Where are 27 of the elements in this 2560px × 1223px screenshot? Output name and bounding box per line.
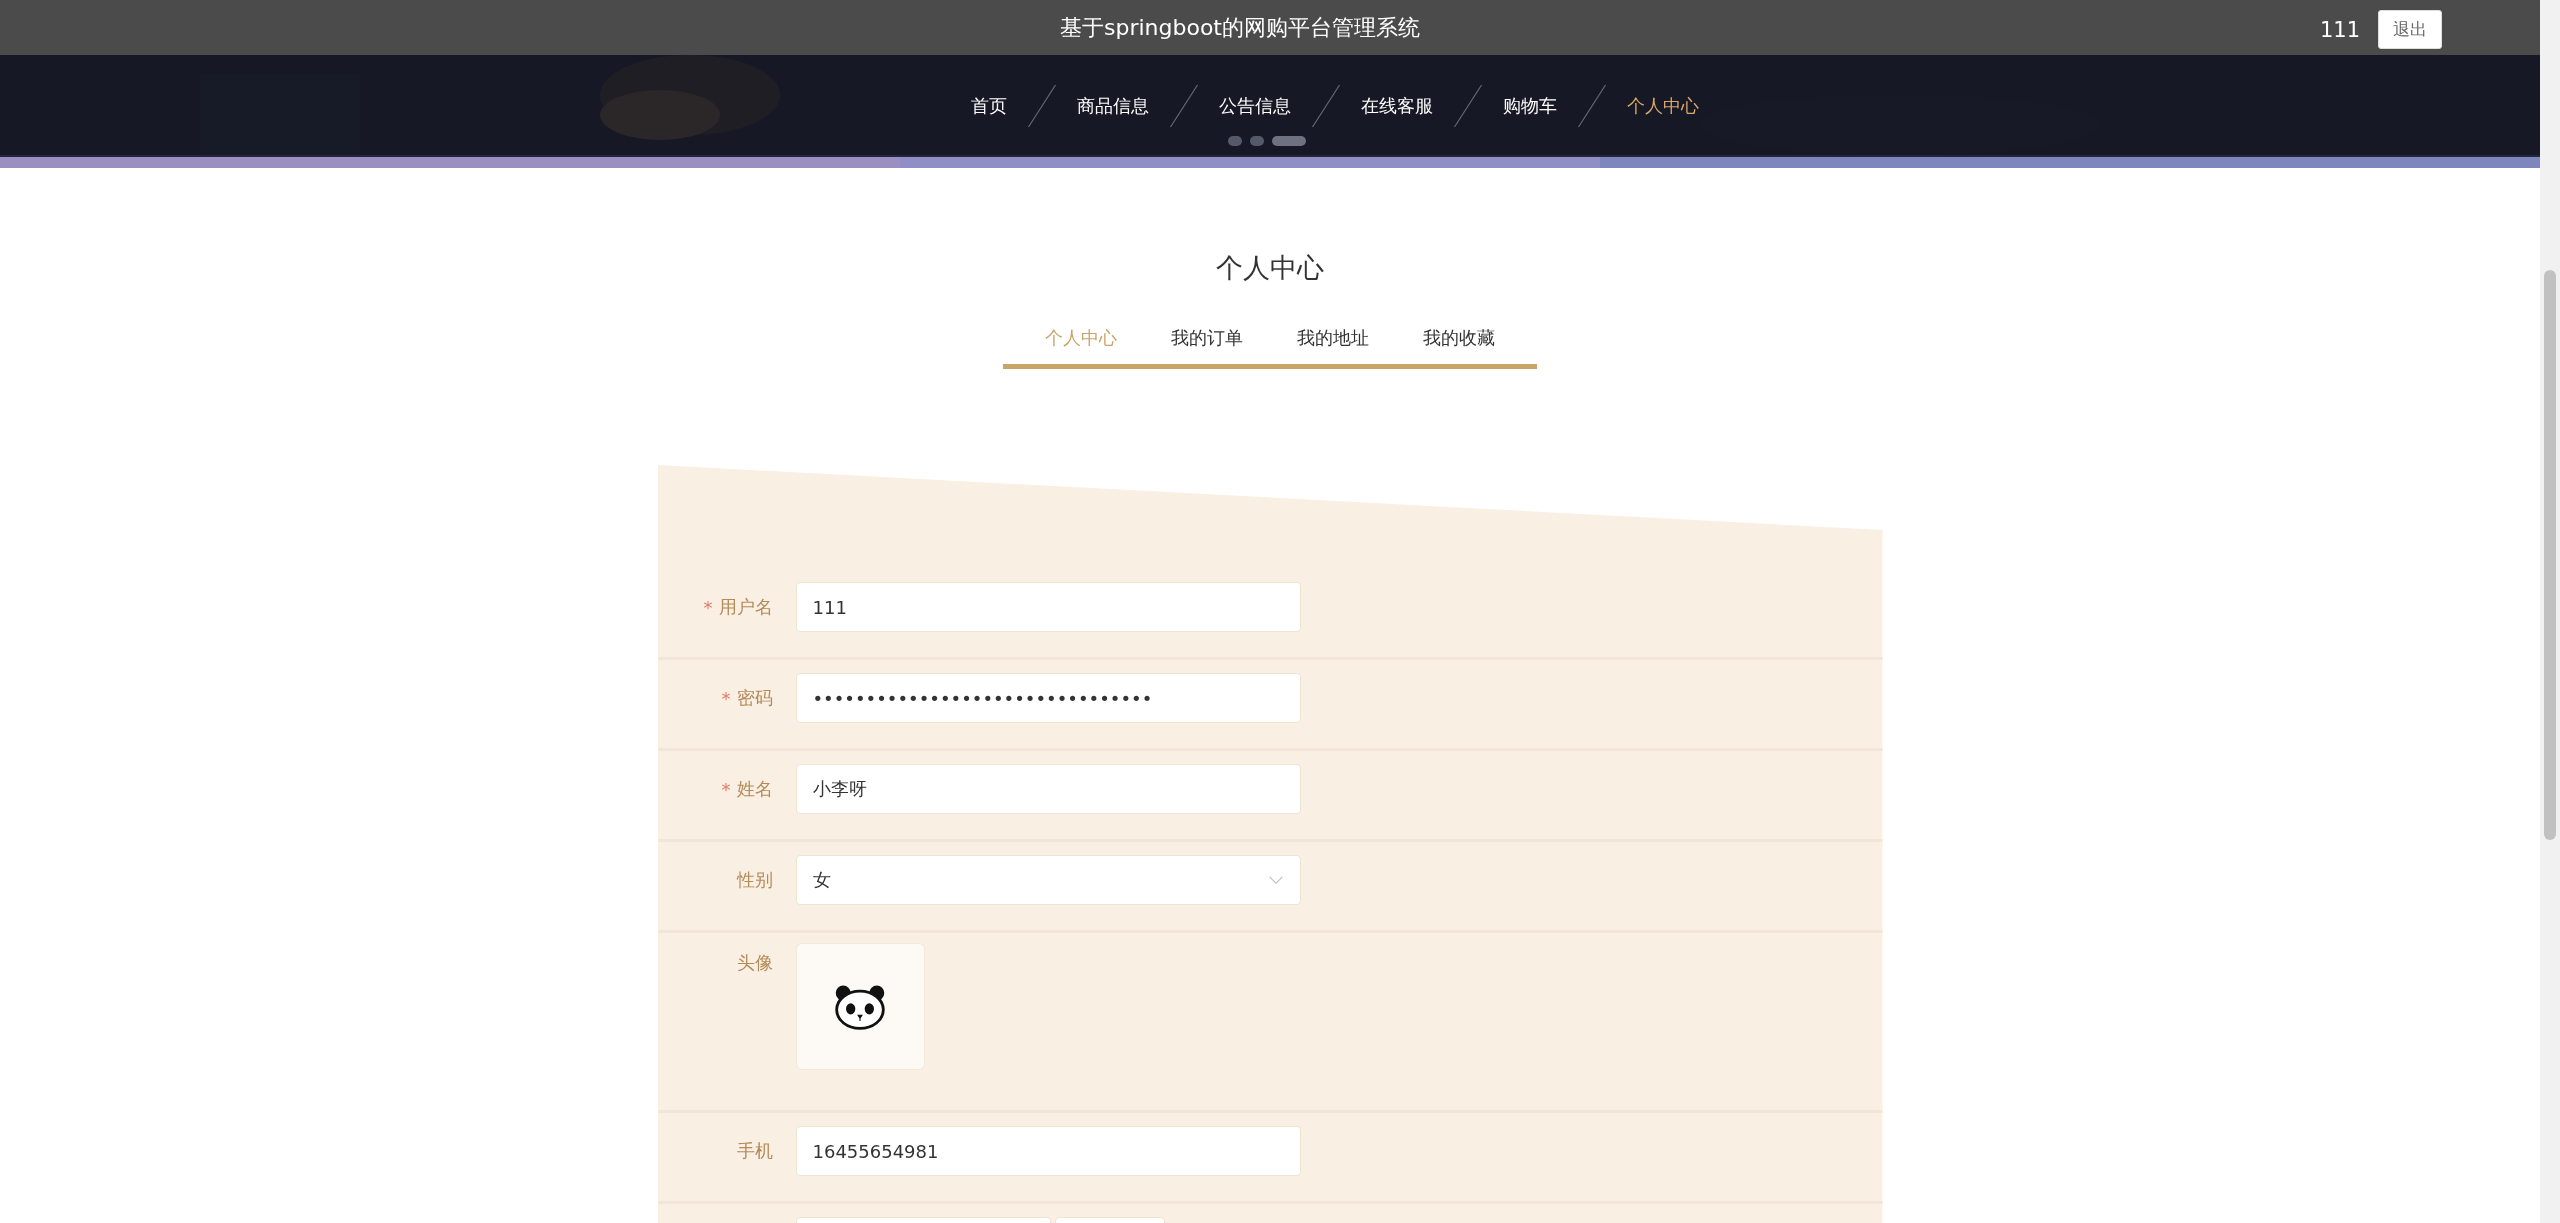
nav-link[interactable]: 商品信息	[1077, 94, 1149, 118]
required-mark: *	[721, 778, 731, 800]
field-label: 密码	[736, 686, 773, 710]
field-label: 姓名	[736, 777, 773, 801]
nav-link[interactable]: 在线客服	[1361, 94, 1433, 118]
field-label: 性别	[736, 868, 773, 892]
input-field[interactable]: 小李呀	[795, 764, 1301, 814]
username: 111	[2319, 17, 2360, 42]
nav-link[interactable]: 首页	[971, 94, 1007, 118]
field-label: 头像	[736, 951, 773, 975]
select-field[interactable]: 女	[795, 855, 1301, 905]
tab[interactable]: 我的收藏	[1396, 314, 1522, 364]
required-mark: *	[721, 687, 731, 709]
nav-link[interactable]: 公告信息	[1219, 94, 1291, 118]
tab[interactable]: 我的地址	[1270, 314, 1396, 364]
logout-button[interactable]: 退出	[2378, 10, 2442, 49]
site-title: 基于springboot的网购平台管理系统	[1060, 13, 1420, 42]
required-mark: *	[703, 596, 713, 618]
page-title: 个人中心	[1216, 251, 1324, 285]
nav-link[interactable]: 个人中心	[1627, 94, 1699, 118]
field-label: 用户名	[718, 595, 773, 619]
field-label: 手机	[736, 1139, 773, 1163]
input-field[interactable]: 111	[795, 582, 1301, 632]
input-field[interactable]: 16455654981	[795, 1126, 1301, 1176]
tab[interactable]: 我的订单	[1144, 314, 1270, 364]
input-field[interactable]: ••••••••••••••••••••••••••••••••	[795, 673, 1301, 723]
nav-link[interactable]: 购物车	[1503, 94, 1557, 118]
